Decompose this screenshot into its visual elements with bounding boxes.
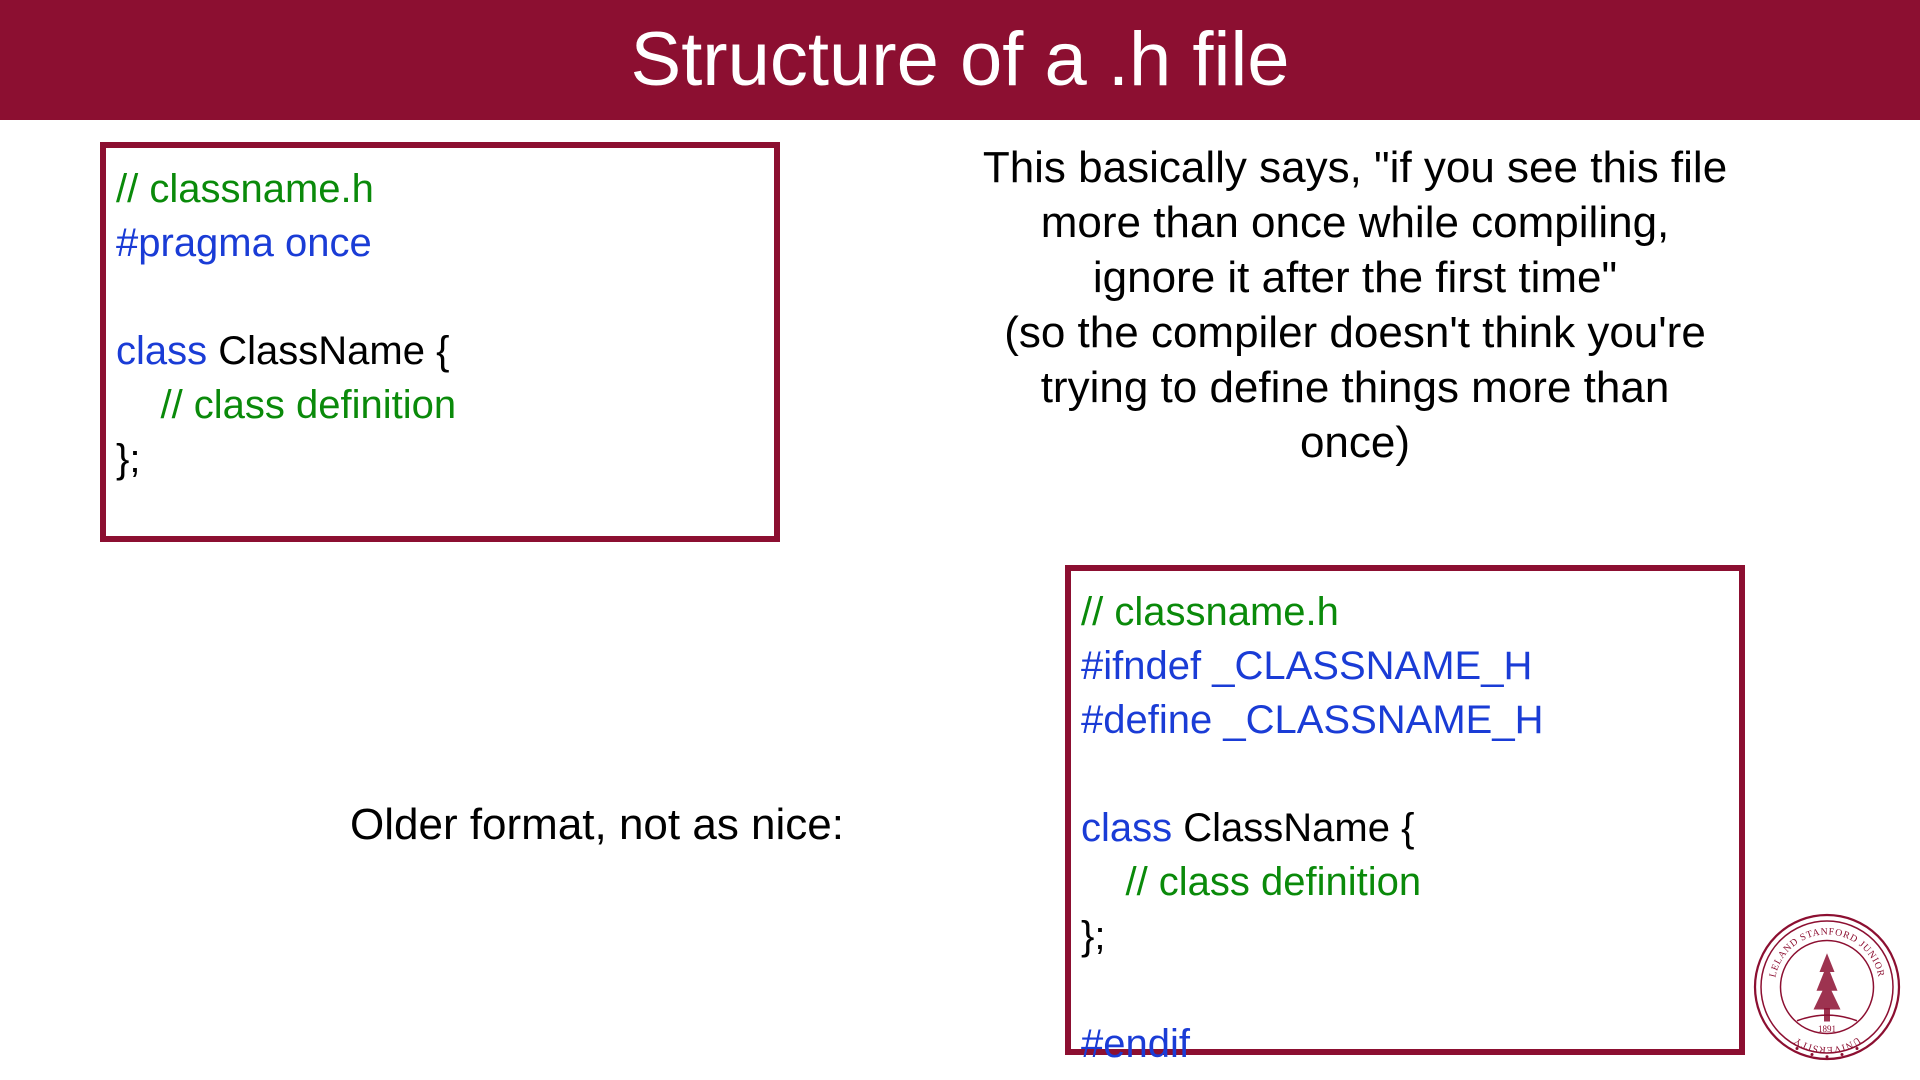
- code-line: #endif: [1081, 1017, 1729, 1071]
- code-line: class ClassName {: [1081, 801, 1729, 855]
- code-line: #pragma once: [116, 216, 764, 270]
- code-line: // classname.h: [116, 162, 764, 216]
- code-line: #ifndef _CLASSNAME_H: [1081, 639, 1729, 693]
- code-line: // class definition: [1081, 855, 1729, 909]
- explanation-text: This basically says, "if you see this fi…: [830, 140, 1880, 470]
- code-line: // class definition: [116, 378, 764, 432]
- explain-line: This basically says, "if you see this fi…: [830, 140, 1880, 195]
- slide: Structure of a .h file // classname.h #p…: [0, 0, 1920, 1080]
- code-line: // classname.h: [1081, 585, 1729, 639]
- stanford-seal-icon: LELAND STANFORD JUNIOR UNIVERSITY 1891: [1752, 912, 1902, 1062]
- code-box-ifndef: // classname.h #ifndef _CLASSNAME_H #def…: [1065, 565, 1745, 1055]
- code-line: #define _CLASSNAME_H: [1081, 693, 1729, 747]
- code-line: };: [116, 432, 764, 486]
- explain-line: once): [830, 415, 1880, 470]
- older-format-label: Older format, not as nice:: [350, 800, 844, 850]
- explain-line: more than once while compiling,: [830, 195, 1880, 250]
- explain-line: trying to define things more than: [830, 360, 1880, 415]
- code-line: };: [1081, 909, 1729, 963]
- title-bar: Structure of a .h file: [0, 0, 1920, 120]
- code-line: class ClassName {: [116, 324, 764, 378]
- explain-line: (so the compiler doesn't think you're: [830, 305, 1880, 360]
- code-box-pragma: // classname.h #pragma once class ClassN…: [100, 142, 780, 542]
- svg-text:1891: 1891: [1818, 1024, 1836, 1034]
- slide-title: Structure of a .h file: [631, 17, 1290, 102]
- svg-text:UNIVERSITY: UNIVERSITY: [1792, 1034, 1862, 1055]
- explain-line: ignore it after the first time": [830, 250, 1880, 305]
